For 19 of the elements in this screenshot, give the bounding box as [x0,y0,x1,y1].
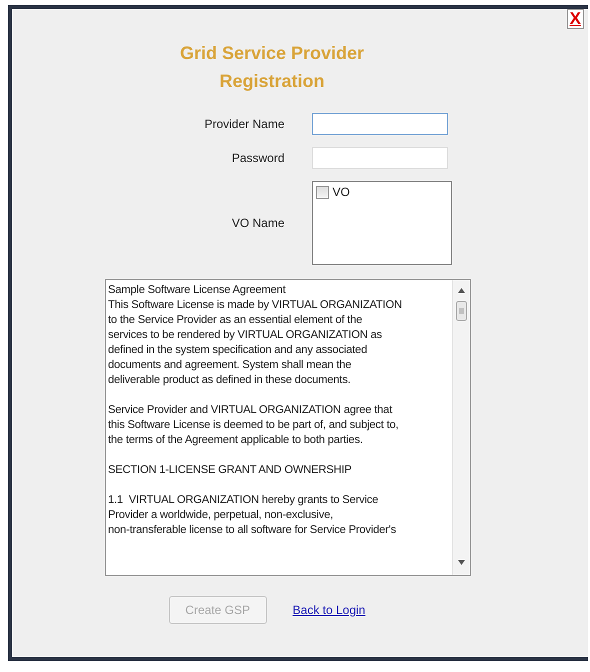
field-label: VO Name [230,216,284,230]
license-text-area[interactable] [105,279,471,576]
checkbox-list[interactable]: VO [312,181,452,265]
scroll-down-icon[interactable] [458,560,465,565]
close-button[interactable]: X [566,9,584,29]
license-paragraph: Service Provider and VIRTUAL ORGANIZATION agree that this Software License is deemed to be part of, and subject to, the terms of the Agreement applicable to both parties. [108,403,400,448]
checkbox-label: VO [332,185,350,199]
checkbox[interactable] [316,186,328,198]
scroll-thumb[interactable] [456,301,467,321]
license-paragraph: SECTION 1-LICENSE GRANT AND OWNERSHIP [108,463,353,478]
field-label: Password [230,151,284,165]
license-paragraph: 1.1 VIRTUAL ORGANIZATION hereby grants to Service Provider a worldwide, perpetual, non-exclusive, non-transferable license to all software for Service Provider's [108,493,398,538]
scrollbar[interactable] [452,280,470,575]
back-to-login-link[interactable]: Back to Login [292,603,366,617]
field-label: Provider Name [203,117,284,131]
scroll-up-icon[interactable] [458,288,465,293]
license-paragraph: Sample Software License Agreement This Software License is made by VIRTUAL ORGANIZATION to the Service Provider as an essential element of the services to be rendered by VIRTUAL ORGANIZATION as defined in the system specification and any associated documents and agreement. System shall mean the deliverable product as defined in these documents. [108,283,403,388]
input-field[interactable] [312,113,448,135]
dialog-title: Grid Service Provider Registration [178,42,366,93]
